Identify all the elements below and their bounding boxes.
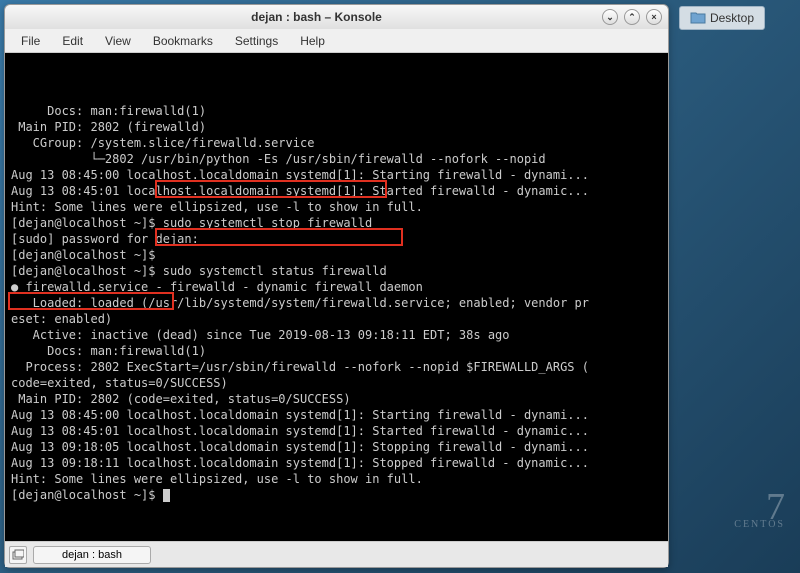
terminal-line: Hint: Some lines were ellipsized, use -l… bbox=[11, 199, 662, 215]
centos-watermark: 7 CENTOS bbox=[734, 494, 785, 528]
menu-file[interactable]: File bbox=[11, 31, 50, 51]
folder-icon bbox=[690, 11, 706, 25]
menu-settings[interactable]: Settings bbox=[225, 31, 288, 51]
terminal-line: Aug 13 08:45:01 localhost.localdomain sy… bbox=[11, 183, 662, 199]
desktop-folder-shortcut[interactable]: Desktop bbox=[679, 6, 765, 30]
close-button[interactable]: × bbox=[646, 9, 662, 25]
menu-view[interactable]: View bbox=[95, 31, 141, 51]
terminal-line: Active: inactive (dead) since Tue 2019-0… bbox=[11, 327, 662, 343]
maximize-button[interactable]: ⌃ bbox=[624, 9, 640, 25]
new-tab-icon bbox=[12, 549, 24, 561]
terminal-line: Process: 2802 ExecStart=/usr/sbin/firewa… bbox=[11, 359, 662, 375]
desktop-icon-label: Desktop bbox=[710, 11, 754, 25]
new-tab-button[interactable] bbox=[9, 546, 27, 564]
tabbar: dejan : bash bbox=[5, 541, 668, 567]
terminal-line: CGroup: /system.slice/firewalld.service bbox=[11, 135, 662, 151]
terminal-line: └─2802 /usr/bin/python -Es /usr/sbin/fir… bbox=[11, 151, 662, 167]
window-title: dejan : bash – Konsole bbox=[31, 10, 602, 24]
terminal-line: Aug 13 09:18:05 localhost.localdomain sy… bbox=[11, 439, 662, 455]
terminal-line: ● firewalld.service - firewalld - dynami… bbox=[11, 279, 662, 295]
terminal-line: Aug 13 08:45:00 localhost.localdomain sy… bbox=[11, 167, 662, 183]
terminal-line: Aug 13 09:18:11 localhost.localdomain sy… bbox=[11, 455, 662, 471]
menu-help[interactable]: Help bbox=[290, 31, 335, 51]
terminal-line: Docs: man:firewalld(1) bbox=[11, 343, 662, 359]
terminal-line: Main PID: 2802 (code=exited, status=0/SU… bbox=[11, 391, 662, 407]
terminal-viewport[interactable]: Docs: man:firewalld(1) Main PID: 2802 (f… bbox=[5, 53, 668, 541]
minimize-button[interactable]: ⌄ bbox=[602, 9, 618, 25]
terminal-line: Aug 13 08:45:00 localhost.localdomain sy… bbox=[11, 407, 662, 423]
terminal-line: [dejan@localhost ~]$ sudo systemctl stop… bbox=[11, 215, 662, 231]
menu-bookmarks[interactable]: Bookmarks bbox=[143, 31, 223, 51]
terminal-line: Aug 13 08:45:01 localhost.localdomain sy… bbox=[11, 423, 662, 439]
terminal-line: Docs: man:firewalld(1) bbox=[11, 103, 662, 119]
terminal-cursor bbox=[163, 489, 170, 502]
terminal-line: eset: enabled) bbox=[11, 311, 662, 327]
menubar: File Edit View Bookmarks Settings Help bbox=[5, 29, 668, 53]
terminal-line: Hint: Some lines were ellipsized, use -l… bbox=[11, 471, 662, 487]
terminal-line: Loaded: loaded (/usr/lib/systemd/system/… bbox=[11, 295, 662, 311]
titlebar[interactable]: dejan : bash – Konsole ⌄ ⌃ × bbox=[5, 5, 668, 29]
terminal-line: [sudo] password for dejan: bbox=[11, 231, 662, 247]
terminal-tab[interactable]: dejan : bash bbox=[33, 546, 151, 564]
terminal-line: [dejan@localhost ~]$ bbox=[11, 487, 662, 503]
konsole-window: dejan : bash – Konsole ⌄ ⌃ × File Edit V… bbox=[4, 4, 669, 568]
terminal-line: [dejan@localhost ~]$ bbox=[11, 247, 662, 263]
menu-edit[interactable]: Edit bbox=[52, 31, 93, 51]
terminal-line: Main PID: 2802 (firewalld) bbox=[11, 119, 662, 135]
terminal-line: [dejan@localhost ~]$ sudo systemctl stat… bbox=[11, 263, 662, 279]
terminal-line: code=exited, status=0/SUCCESS) bbox=[11, 375, 662, 391]
